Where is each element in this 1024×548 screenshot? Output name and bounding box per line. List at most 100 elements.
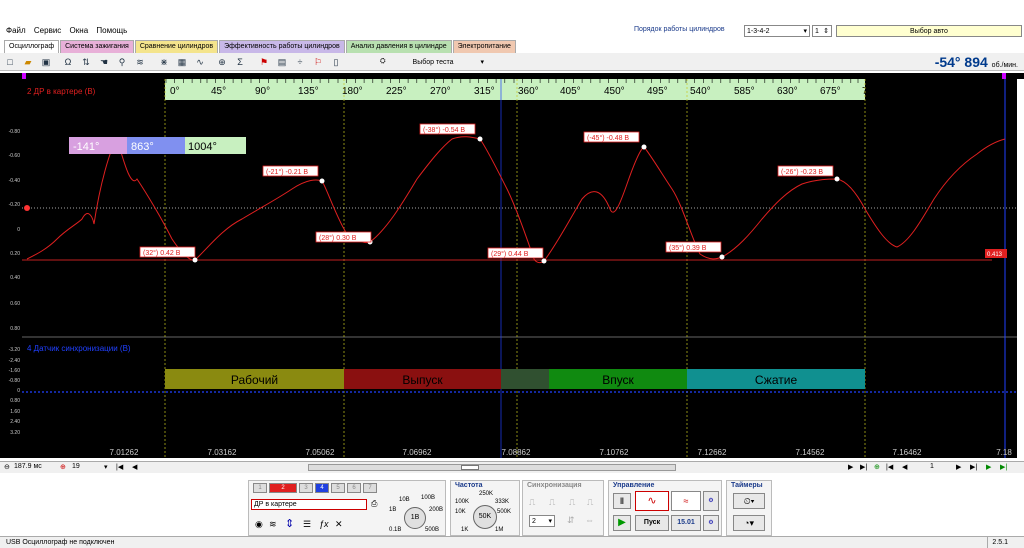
auto-setup-button[interactable]: ⚙ — [703, 515, 719, 531]
filter-icon[interactable]: ≋ — [134, 56, 146, 68]
zoom-out-icon[interactable]: ⊖ — [4, 463, 10, 471]
tab-6[interactable]: Электропитание — [452, 40, 516, 53]
wave-filter-icon[interactable]: ≋ — [269, 519, 277, 530]
pulse-icon[interactable]: ⎍ — [569, 497, 575, 508]
run-end-icon[interactable]: ▶| — [1000, 463, 1007, 471]
frequency-title: Частота — [455, 482, 483, 489]
test-select[interactable]: ⛭ Выбор теста ▾ — [380, 56, 484, 68]
tab-3[interactable]: Сравнение цилиндров — [134, 40, 219, 53]
samples-value[interactable]: 19 — [72, 463, 80, 470]
channel-button-7[interactable]: 7 — [363, 483, 377, 493]
page-icon[interactable]: ▯ — [330, 56, 342, 68]
first-icon[interactable]: |◀ — [886, 463, 893, 471]
cursor-icon[interactable]: ⇅ — [80, 56, 92, 68]
prev-page-icon[interactable]: ◀ — [132, 463, 137, 471]
scrollbar[interactable] — [308, 464, 676, 471]
scrollbar-thumb[interactable] — [461, 465, 479, 470]
sync-offset-icon[interactable]: ⇔ — [585, 515, 594, 525]
menu-service[interactable]: Сервис — [34, 26, 61, 35]
channel-button-5[interactable]: 5 — [331, 483, 345, 493]
wave-icon[interactable]: ∿ — [194, 56, 206, 68]
annotation-point[interactable] — [834, 176, 840, 182]
annotation-point[interactable] — [192, 257, 198, 263]
cylinder-order-select[interactable]: 1-3-4-2 ▾ — [744, 25, 810, 37]
add-icon[interactable]: ⊕ — [874, 463, 880, 471]
open-folder-icon[interactable]: ▰ — [22, 56, 34, 68]
table-icon[interactable]: ▤ — [276, 56, 288, 68]
y2-tick-label: -1.60 — [8, 368, 20, 374]
channel-button-6[interactable]: 6 — [347, 483, 361, 493]
timers-panel: Таймеры ⏲▾ ◔▾ — [726, 480, 772, 536]
zoom-in-icon[interactable]: ⊕ — [60, 463, 66, 471]
level-icon[interactable]: ⎍ — [587, 497, 593, 508]
menu-help[interactable]: Помощь — [96, 26, 127, 35]
annotation-point[interactable] — [541, 258, 547, 264]
version-button[interactable]: 15.01 — [671, 515, 701, 531]
start-icon-button[interactable]: ▶ — [613, 515, 631, 531]
play-icon[interactable]: ▶ — [848, 463, 853, 471]
menu-file[interactable]: Файл — [6, 26, 26, 35]
zoom-icon[interactable]: ⚲ — [116, 56, 128, 68]
next-marker-icon[interactable]: ▶| — [860, 463, 867, 471]
annotation-point[interactable] — [641, 144, 647, 150]
start-button[interactable]: Пуск — [635, 515, 669, 531]
oscilloscope-plot[interactable]: 0° 45° 90° 135° 180° 225° 270° 315° 360° 405° 450°… — [22, 79, 1017, 458]
channel-button-1[interactable]: 1 — [253, 483, 267, 493]
channel-button-4[interactable]: 4 — [315, 483, 329, 493]
annotation-label: (32°) 0.42 В — [143, 249, 181, 257]
auto-select[interactable]: Выбор авто — [836, 25, 1022, 37]
menu-windows[interactable]: Окна — [70, 26, 89, 35]
sensor-config-icon[interactable]: ⎙ — [371, 499, 377, 509]
vertical-scale-icon[interactable]: ⇕ — [285, 517, 294, 530]
lines-icon[interactable]: ☰ — [303, 519, 311, 530]
channel-button-2[interactable]: 2 — [269, 483, 297, 493]
tab-1[interactable]: Осциллограф — [4, 40, 60, 53]
cylinder-order-value: 1-3-4-2 — [747, 27, 770, 35]
eye-icon[interactable]: ◉ — [255, 519, 263, 530]
annotation-point[interactable] — [477, 136, 483, 142]
range-knob[interactable]: 10В 100В 1В 200В 0.1В 500В 1В — [389, 483, 443, 535]
range-knob-dial[interactable]: 1В — [404, 507, 426, 529]
tab-4[interactable]: Эффективность работы цилиндров — [219, 40, 345, 53]
cylinder-stepper[interactable]: 1 ⇕ — [812, 25, 832, 37]
frequency-knob[interactable]: 50K — [473, 505, 497, 529]
sigma-icon[interactable]: Σ — [234, 56, 246, 68]
auto-setup-icon: ⚙ — [708, 520, 714, 526]
rising-edge-icon[interactable]: ⎍ — [529, 497, 535, 508]
multi-wave-button[interactable]: ≈ — [671, 491, 701, 511]
timer-button[interactable]: ◔▾ — [733, 515, 765, 531]
annotation-point[interactable] — [719, 254, 725, 260]
flag-icon[interactable]: ⚐ — [312, 56, 324, 68]
function-icon[interactable]: ƒx — [319, 519, 329, 529]
compare-icon[interactable]: ⋇ — [158, 56, 170, 68]
single-wave-button[interactable]: ∿ — [635, 491, 669, 511]
chevron-down-icon[interactable]: ▾ — [104, 463, 108, 471]
timebase-value[interactable]: 187.9 мс — [14, 463, 42, 470]
channel-button-3[interactable]: 3 — [299, 483, 313, 493]
headphones-icon[interactable]: Ω — [62, 56, 74, 68]
pause-button[interactable]: Ⅱ — [613, 493, 631, 509]
grid-icon[interactable]: ▦ — [176, 56, 188, 68]
sync-level-icon[interactable]: ⇵ — [567, 515, 575, 526]
save-icon[interactable]: ▣ — [40, 56, 52, 68]
annotation-point[interactable] — [319, 178, 325, 184]
marker-icon[interactable]: ⚑ — [258, 56, 270, 68]
divide-icon[interactable]: ÷ — [294, 56, 306, 68]
new-file-icon[interactable]: □ — [4, 56, 16, 68]
last-icon[interactable]: ▶| — [970, 463, 977, 471]
next-icon[interactable]: ▶ — [956, 463, 961, 471]
sensor-select[interactable]: ДР в картере — [251, 499, 367, 510]
tab-2[interactable]: Система зажигания — [60, 40, 134, 53]
falling-edge-icon[interactable]: ⎍ — [549, 497, 555, 508]
auto-button[interactable]: ⚙ — [703, 491, 719, 511]
first-page-icon[interactable]: |◀ — [116, 463, 123, 471]
tab-5[interactable]: Анализ давления в цилиндре — [345, 40, 452, 53]
sync-icon[interactable]: ⊕ — [216, 56, 228, 68]
timer-sync-button[interactable]: ⏲▾ — [733, 493, 765, 509]
tools-icon[interactable]: ✕ — [335, 519, 343, 530]
run-icon[interactable]: ▶ — [986, 463, 991, 471]
prev-icon[interactable]: ◀ — [902, 463, 907, 471]
zero-marker[interactable] — [24, 205, 30, 211]
hand-icon[interactable]: ☚ — [98, 56, 110, 68]
sync-channel-select[interactable]: 2 ▾ — [529, 515, 555, 527]
